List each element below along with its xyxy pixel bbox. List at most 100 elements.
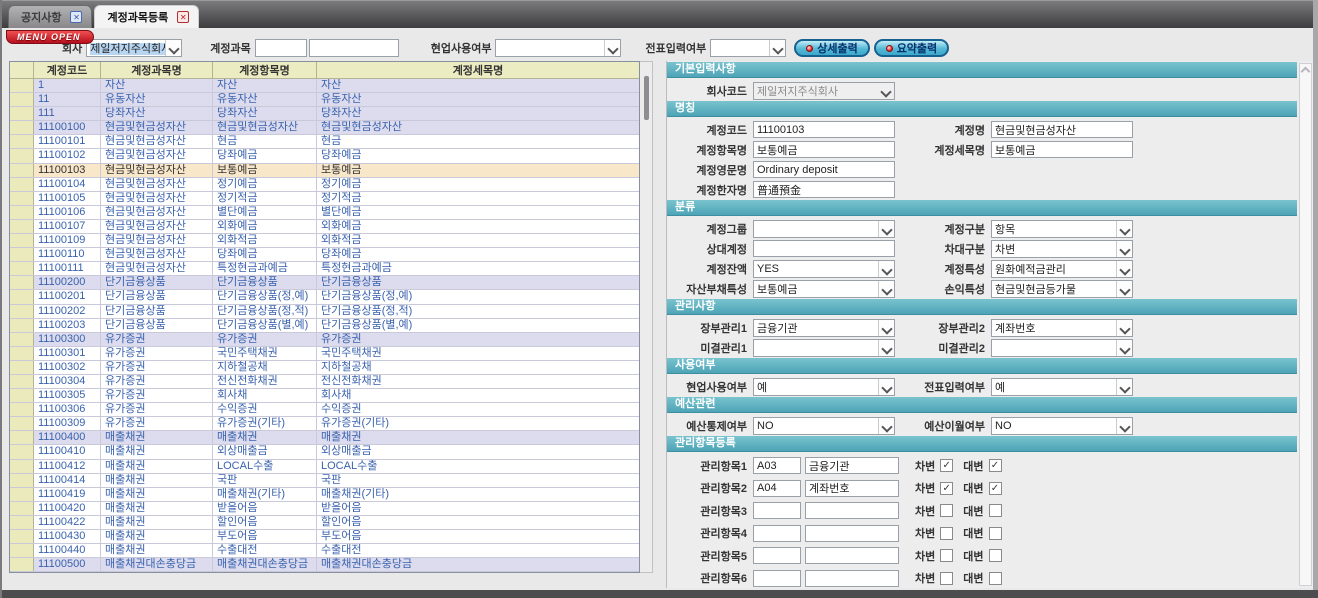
row-selector[interactable]: [10, 544, 34, 557]
close-icon[interactable]: ✕: [177, 11, 189, 23]
credit-checkbox[interactable]: [989, 527, 1002, 540]
table-row[interactable]: 11100300유가증권유가증권유가증권: [10, 333, 639, 347]
row-selector[interactable]: [10, 107, 34, 120]
row-selector[interactable]: [10, 431, 34, 444]
table-row[interactable]: 11100440매출채권수출대전수출대전: [10, 544, 639, 558]
row-selector[interactable]: [10, 178, 34, 191]
table-row[interactable]: 11100110현금및현금성자산당좌예금당좌예금: [10, 248, 639, 262]
row-selector[interactable]: [10, 262, 34, 275]
table-row[interactable]: 11100203단기금융상품단기금융상품(별,예)단기금융상품(별,예): [10, 319, 639, 333]
account-name-search-input[interactable]: [309, 39, 399, 57]
company-select[interactable]: 제일저지주식회사: [86, 39, 182, 57]
credit-checkbox[interactable]: [989, 572, 1002, 585]
debit-credit-select[interactable]: 차변: [991, 240, 1133, 258]
table-row[interactable]: 11100103현금및현금성자산보통예금보통예금: [10, 164, 639, 178]
row-selector[interactable]: [10, 488, 34, 501]
account-hanja-input[interactable]: [753, 181, 895, 198]
debit-checkbox[interactable]: [940, 527, 953, 540]
table-row[interactable]: 11100422매출채권할인어음할인어음: [10, 516, 639, 530]
row-selector[interactable]: [10, 305, 34, 318]
pending-mgmt2-select[interactable]: [991, 339, 1133, 357]
mgmt-item-name-input[interactable]: [805, 525, 899, 542]
field-use-detail-select[interactable]: 예: [753, 378, 895, 396]
row-selector[interactable]: [10, 502, 34, 515]
table-row[interactable]: 11100202단기금융상품단기금융상품(정,적)단기금융상품(정,적): [10, 305, 639, 319]
row-selector[interactable]: [10, 135, 34, 148]
book-mgmt1-select[interactable]: 금융기관: [753, 319, 895, 337]
account-group-select[interactable]: [753, 220, 895, 238]
credit-checkbox[interactable]: [989, 549, 1002, 562]
row-selector[interactable]: [10, 79, 34, 92]
row-selector[interactable]: [10, 206, 34, 219]
table-row[interactable]: 11100102현금및현금성자산당좌예금당좌예금: [10, 149, 639, 163]
company-code-select[interactable]: 제일저지주식회사: [753, 82, 895, 100]
row-selector[interactable]: [10, 403, 34, 416]
table-row[interactable]: 11100304유가증권전신전화채권전신전화채권: [10, 375, 639, 389]
table-row[interactable]: 111당좌자산당좌자산당좌자산: [10, 107, 639, 121]
panel-scrollbar[interactable]: [1299, 63, 1312, 586]
account-english-input[interactable]: [753, 161, 895, 178]
table-row[interactable]: 11100412매출채권LOCAL수출LOCAL수출: [10, 460, 639, 474]
row-selector[interactable]: [10, 347, 34, 360]
row-selector[interactable]: [10, 417, 34, 430]
row-selector[interactable]: [10, 164, 34, 177]
budget-control-select[interactable]: NO: [753, 417, 895, 435]
asset-liability-trait-select[interactable]: 보통예금: [753, 280, 895, 298]
slip-entry-select[interactable]: [710, 39, 786, 57]
account-code-search-input[interactable]: [255, 39, 307, 57]
mgmt-item-code-input[interactable]: [753, 525, 801, 542]
table-row[interactable]: 11100201단기금융상품단기금융상품(정,예)단기금융상품(정,예): [10, 290, 639, 304]
table-row[interactable]: 11100105현금및현금성자산정기적금정기적금: [10, 192, 639, 206]
table-row[interactable]: 11100109현금및현금성자산외화적금외화적금: [10, 234, 639, 248]
account-class-select[interactable]: 항목: [991, 220, 1133, 238]
mgmt-item-code-input[interactable]: [753, 480, 801, 497]
row-selector[interactable]: [10, 276, 34, 289]
row-selector[interactable]: [10, 333, 34, 346]
mgmt-item-name-input[interactable]: [805, 457, 899, 474]
row-selector[interactable]: [10, 375, 34, 388]
table-row[interactable]: 11100305유가증권회사채회사채: [10, 389, 639, 403]
table-row[interactable]: 11100302유가증권지하철공채지하철공채: [10, 361, 639, 375]
mgmt-item-name-input[interactable]: [805, 547, 899, 564]
close-icon[interactable]: ✕: [70, 11, 82, 23]
mgmt-item-code-input[interactable]: [753, 457, 801, 474]
table-row[interactable]: 11100301유가증권국민주택채권국민주택채권: [10, 347, 639, 361]
credit-checkbox[interactable]: [989, 482, 1002, 495]
credit-checkbox[interactable]: [989, 459, 1002, 472]
row-selector[interactable]: [10, 516, 34, 529]
table-row[interactable]: 11100106현금및현금성자산별단예금별단예금: [10, 206, 639, 220]
pending-mgmt1-select[interactable]: [753, 339, 895, 357]
slip-entry-detail-select[interactable]: 예: [991, 378, 1133, 396]
row-selector[interactable]: [10, 445, 34, 458]
book-mgmt2-select[interactable]: 계좌번호: [991, 319, 1133, 337]
account-item-input[interactable]: [753, 141, 895, 158]
menu-open-button[interactable]: MENU OPEN: [6, 30, 94, 44]
debit-checkbox[interactable]: [940, 482, 953, 495]
table-row[interactable]: 11100100현금및현금성자산현금및현금성자산현금및현금성자산: [10, 121, 639, 135]
table-scrollbar[interactable]: [640, 61, 653, 573]
table-row[interactable]: 11100420매출채권받을어음받을어음: [10, 502, 639, 516]
row-selector[interactable]: [10, 558, 34, 571]
counter-account-input[interactable]: [753, 240, 895, 257]
mgmt-item-name-input[interactable]: [805, 570, 899, 587]
mgmt-item-name-input[interactable]: [805, 480, 899, 497]
table-row[interactable]: 11100500매출채권대손충당금매출채권대손충당금매출채권대손충당금: [10, 558, 639, 572]
row-selector[interactable]: [10, 220, 34, 233]
table-row[interactable]: 11100200단기금융상품단기금융상품단기금융상품: [10, 276, 639, 290]
profit-loss-trait-select[interactable]: 현금및현금등가물: [991, 280, 1133, 298]
mgmt-item-code-input[interactable]: [753, 502, 801, 519]
mgmt-item-code-input[interactable]: [753, 547, 801, 564]
table-row[interactable]: 11100104현금및현금성자산정기예금정기예금: [10, 178, 639, 192]
budget-carryover-select[interactable]: NO: [991, 417, 1133, 435]
table-row[interactable]: 11100111현금및현금성자산특정현금과예금특정현금과예금: [10, 262, 639, 276]
row-selector[interactable]: [10, 319, 34, 332]
row-selector[interactable]: [10, 149, 34, 162]
row-selector[interactable]: [10, 234, 34, 247]
scrollbar-thumb[interactable]: [644, 76, 649, 120]
row-selector[interactable]: [10, 460, 34, 473]
account-code-input[interactable]: [753, 121, 895, 138]
field-use-select[interactable]: [495, 39, 621, 57]
row-selector[interactable]: [10, 474, 34, 487]
debit-checkbox[interactable]: [940, 549, 953, 562]
summary-print-button[interactable]: 요약출력: [874, 39, 949, 57]
